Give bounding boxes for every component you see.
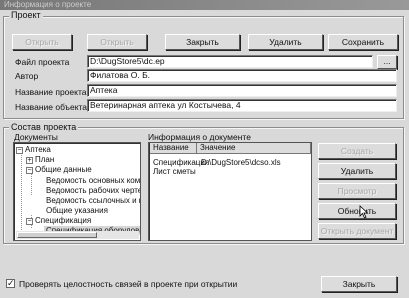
- document-info-table[interactable]: Название Значение Спецификация D:\DugSto…: [148, 142, 312, 241]
- delete-document-button[interactable]: Удалить: [318, 163, 396, 179]
- author-label: Автор: [15, 71, 39, 81]
- project-name-label: Название проекта: [15, 87, 87, 97]
- open-file-button[interactable]: Открыть: [87, 34, 147, 50]
- tree-item-doc[interactable]: Ведомость рабочих чертеж: [46, 186, 140, 195]
- tree-scroll-thumb[interactable]: [17, 232, 97, 238]
- tree-item-doc[interactable]: Ведомость основных компл: [46, 176, 140, 185]
- integrity-check-label: Проверять целостность связей в проекте п…: [19, 279, 238, 289]
- integrity-check-checkbox[interactable]: ✓: [6, 279, 15, 288]
- open-document-button[interactable]: Открыть документ: [318, 223, 396, 239]
- documents-label: Документы: [14, 132, 58, 142]
- tree-item-general-data[interactable]: − Общие данные: [26, 165, 92, 174]
- expand-icon[interactable]: +: [26, 157, 33, 164]
- document-info-label: Информация о документе: [148, 132, 251, 142]
- refresh-button[interactable]: Обновить: [318, 203, 396, 219]
- delete-project-button[interactable]: Удалить: [248, 34, 323, 50]
- table-cell-value: D:\DugStore5\dcso.xls: [201, 158, 281, 167]
- collapse-icon[interactable]: −: [26, 167, 33, 174]
- tree-item-doc[interactable]: Общие указания: [46, 206, 108, 215]
- save-project-button[interactable]: Сохранить: [328, 34, 398, 50]
- open-button[interactable]: Открыть: [12, 34, 72, 50]
- object-name-field[interactable]: Ветеринарная аптека ул Костычева, 4: [87, 99, 397, 112]
- project-group-legend: Проект: [9, 10, 43, 20]
- table-cell-name: Лист сметы: [153, 167, 196, 176]
- object-name-label: Название объекта: [15, 102, 88, 112]
- column-header-name[interactable]: Название: [150, 143, 197, 154]
- create-button[interactable]: Создать: [318, 143, 396, 159]
- column-header-value[interactable]: Значение: [197, 143, 311, 154]
- tree-item-specification[interactable]: − Спецификация: [26, 216, 91, 225]
- close-project-button[interactable]: Закрыть: [165, 34, 240, 50]
- collapse-icon[interactable]: −: [26, 218, 33, 225]
- file-label: Файл проекта: [15, 57, 70, 67]
- tree-item-doc[interactable]: Ведомость ссылочных и пр: [46, 196, 140, 205]
- file-field[interactable]: D:\DugStore5\dc.ep: [87, 55, 373, 68]
- collapse-icon[interactable]: −: [16, 147, 23, 154]
- mouse-pointer-icon: [359, 205, 369, 219]
- tree-item-pharmacy[interactable]: − Аптека: [16, 145, 51, 154]
- close-dialog-button[interactable]: Закрыть: [321, 276, 397, 292]
- window-title: Информация о проекте: [0, 0, 409, 10]
- documents-tree[interactable]: − Аптека + План − Общие данные Ведомость ос…: [13, 142, 141, 241]
- composition-group-legend: Состав проекта: [9, 122, 79, 132]
- browse-button[interactable]: ...: [377, 55, 397, 69]
- view-button[interactable]: Просмотр: [318, 183, 396, 199]
- author-field[interactable]: Филатова О. Б.: [87, 69, 397, 82]
- project-name-field[interactable]: Аптека: [87, 84, 397, 97]
- tree-item-plan[interactable]: + План: [26, 155, 54, 164]
